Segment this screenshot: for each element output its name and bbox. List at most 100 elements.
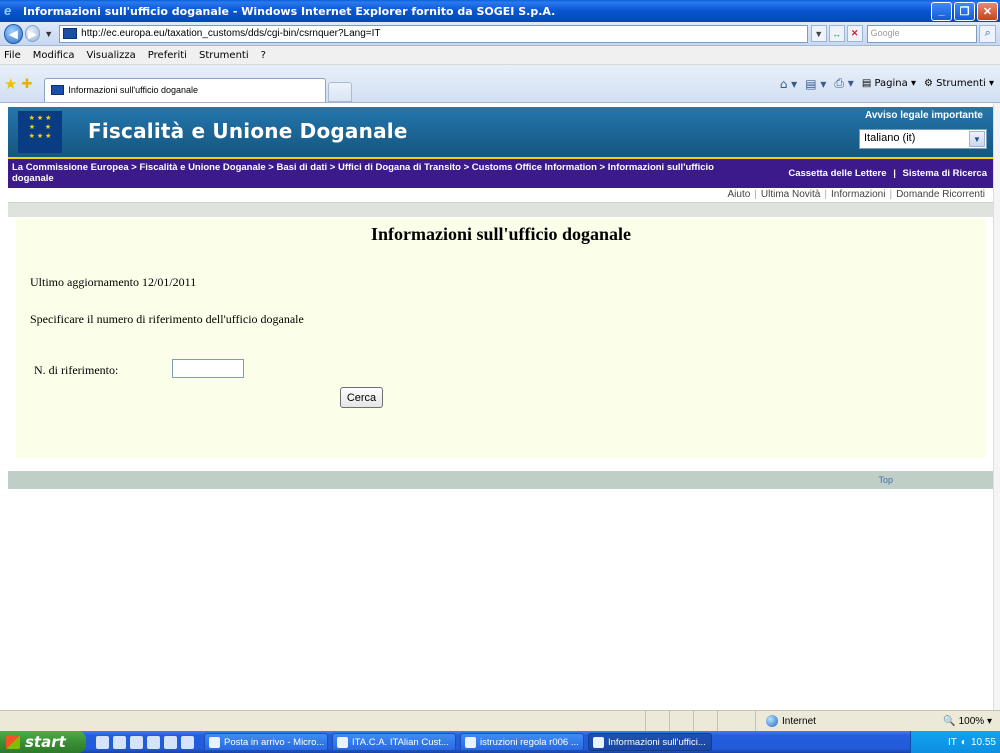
document-icon	[465, 736, 476, 748]
ie-icon	[337, 736, 348, 748]
favorites-star-icon[interactable]: ★	[4, 75, 17, 93]
quick-launch	[96, 735, 194, 749]
start-label: start	[25, 733, 66, 751]
zoom-icon: 🔍	[943, 715, 956, 727]
start-button[interactable]: start	[0, 731, 86, 753]
mailbox-link[interactable]: Cassetta delle Lettere	[788, 168, 886, 179]
refresh-icon[interactable]: ↔	[828, 25, 845, 42]
breadcrumb[interactable]: La Commissione Europea > Fiscalità e Uni…	[12, 162, 722, 184]
taskbar-button-label: Informazioni sull'uffici...	[608, 736, 706, 748]
search-input[interactable]: Google	[866, 24, 978, 43]
tab-customs-office[interactable]: Informazioni sull'ufficio doganale	[44, 77, 327, 102]
vertical-scrollbar[interactable]	[993, 103, 1000, 710]
language-selected: Italiano (it)	[864, 132, 916, 144]
top-link[interactable]: Top	[878, 475, 893, 485]
taskbar-button-label: Posta in arrivo - Micro...	[224, 736, 325, 748]
quick-launch-icon[interactable]	[113, 735, 126, 749]
window-title: Informazioni sull'ufficio doganale - Win…	[23, 4, 556, 18]
url-field[interactable]: http://ec.europa.eu/taxation_customs/dds…	[59, 24, 808, 43]
system-tray: IT ◐ 10.55	[910, 731, 1000, 753]
back-button[interactable]: ◀	[4, 23, 23, 44]
reference-label: N. di riferimento:	[34, 363, 119, 377]
outlook-icon	[209, 736, 220, 748]
add-favorites-icon[interactable]: ✚	[21, 76, 32, 92]
quick-launch-icon[interactable]	[147, 735, 160, 749]
footer-strip: Top	[8, 471, 993, 489]
eu-favicon-icon	[51, 85, 65, 95]
help-link-info[interactable]: Informazioni	[831, 189, 885, 200]
status-cell	[645, 711, 669, 731]
taskbar-button-istruzioni[interactable]: istruzioni regola r006 ...	[460, 733, 584, 751]
tab-label: Informazioni sull'ufficio doganale	[68, 85, 198, 95]
breadcrumb-separator: |	[893, 168, 896, 179]
quick-launch-icon[interactable]	[181, 735, 194, 749]
windows-logo-icon	[6, 735, 20, 749]
page-blank-area	[8, 489, 993, 710]
tools-menu[interactable]: ⚙ Strumenti ▾	[924, 78, 994, 89]
search-button[interactable]: Cerca	[340, 387, 383, 408]
menu-help[interactable]: ?	[261, 50, 266, 61]
legal-notice-link[interactable]: Avviso legale importante	[865, 110, 983, 121]
tab-bar: ★ ✚ Informazioni sull'ufficio doganale ⌂…	[0, 65, 1000, 103]
url-text: http://ec.europa.eu/taxation_customs/dds…	[81, 28, 381, 39]
clock: 10.55	[970, 736, 996, 748]
chevron-down-icon: ▼	[969, 131, 985, 147]
taskbar-button-itaca[interactable]: ITA.C.A. ITAlian Cust...	[332, 733, 456, 751]
site-title: Fiscalità e Unione Doganale	[88, 119, 408, 143]
tray-language[interactable]: IT	[948, 737, 957, 748]
feeds-icon[interactable]: ▤ ▾	[805, 77, 826, 91]
eu-favicon-icon	[63, 28, 78, 39]
help-link-faq[interactable]: Domande Ricorrenti	[896, 189, 985, 200]
taskbar-button-label: ITA.C.A. ITAlian Cust...	[352, 736, 449, 748]
menu-modifica[interactable]: Modifica	[33, 50, 75, 61]
menu-visualizza[interactable]: Visualizza	[87, 50, 136, 61]
close-button[interactable]: ✕	[977, 1, 998, 21]
menu-bar: File Modifica Visualizza Preferiti Strum…	[0, 46, 1000, 65]
quick-launch-icon[interactable]	[130, 735, 143, 749]
page-menu-label: Pagina	[874, 78, 908, 89]
zoom-level: 100%	[958, 715, 985, 727]
page-title: Informazioni sull'ufficio doganale	[370, 224, 631, 244]
status-bar: Internet 🔍 100% ▾	[0, 710, 1000, 731]
minimize-button[interactable]: _	[931, 1, 952, 21]
menu-preferiti[interactable]: Preferiti	[148, 50, 187, 61]
taskbar-button-customs[interactable]: Informazioni sull'uffici...	[588, 733, 712, 751]
globe-icon	[766, 715, 778, 727]
ie-logo-icon: e	[4, 3, 12, 18]
menu-strumenti[interactable]: Strumenti	[199, 50, 249, 61]
home-icon[interactable]: ⌂ ▾	[780, 77, 797, 91]
quick-launch-icon[interactable]	[96, 735, 109, 749]
help-link-aiuto[interactable]: Aiuto	[728, 189, 751, 200]
main-content: Informazioni sull'ufficio doganale Ultim…	[16, 218, 986, 458]
quick-launch-icon[interactable]	[164, 735, 177, 749]
zoom-control[interactable]: 🔍 100% ▾	[943, 716, 1000, 727]
new-tab-button[interactable]	[328, 81, 353, 102]
menu-file[interactable]: File	[4, 50, 21, 61]
breadcrumb-bar: La Commissione Europea > Fiscalità e Uni…	[8, 157, 993, 188]
page-menu[interactable]: ▤ Pagina ▾	[862, 78, 916, 89]
stop-icon[interactable]: ✕	[846, 25, 863, 42]
search-icon[interactable]: ⌕	[979, 24, 996, 43]
help-link-news[interactable]: Ultima Novità	[761, 189, 820, 200]
taskbar-button-outlook[interactable]: Posta in arrivo - Micro...	[204, 733, 328, 751]
eu-flag-icon: ★ ★ ★ ★ ★ ★ ★ ★	[18, 111, 62, 153]
reference-input[interactable]	[172, 359, 244, 378]
language-select[interactable]: Italiano (it) ▼	[859, 129, 987, 149]
maximize-button[interactable]: ❐	[954, 1, 975, 21]
forward-button[interactable]: ▶	[24, 25, 41, 42]
print-icon[interactable]: ⎙ ▾	[834, 76, 853, 91]
last-update-text: Ultimo aggiornamento 12/01/2011	[30, 275, 197, 289]
search-system-link[interactable]: Sistema di Ricerca	[903, 168, 988, 179]
url-dropdown-icon[interactable]: ▼	[810, 25, 827, 42]
status-cell	[717, 711, 741, 731]
address-toolbar: ◀ ▶ ▼ http://ec.europa.eu/taxation_custo…	[0, 22, 1000, 46]
tray-icon[interactable]: ◐	[961, 737, 967, 748]
divider-strip	[8, 203, 993, 217]
window-titlebar: e Informazioni sull'ufficio doganale - W…	[0, 0, 1000, 22]
instruction-text: Specificare il numero di riferimento del…	[30, 312, 304, 326]
security-zone[interactable]: Internet	[755, 711, 905, 731]
status-cell	[669, 711, 693, 731]
history-dropdown-icon[interactable]: ▼	[44, 29, 53, 39]
taskbar: start Posta in arrivo - Micro... ITA.C.A…	[0, 731, 1000, 753]
taskbar-button-label: istruzioni regola r006 ...	[480, 736, 579, 748]
